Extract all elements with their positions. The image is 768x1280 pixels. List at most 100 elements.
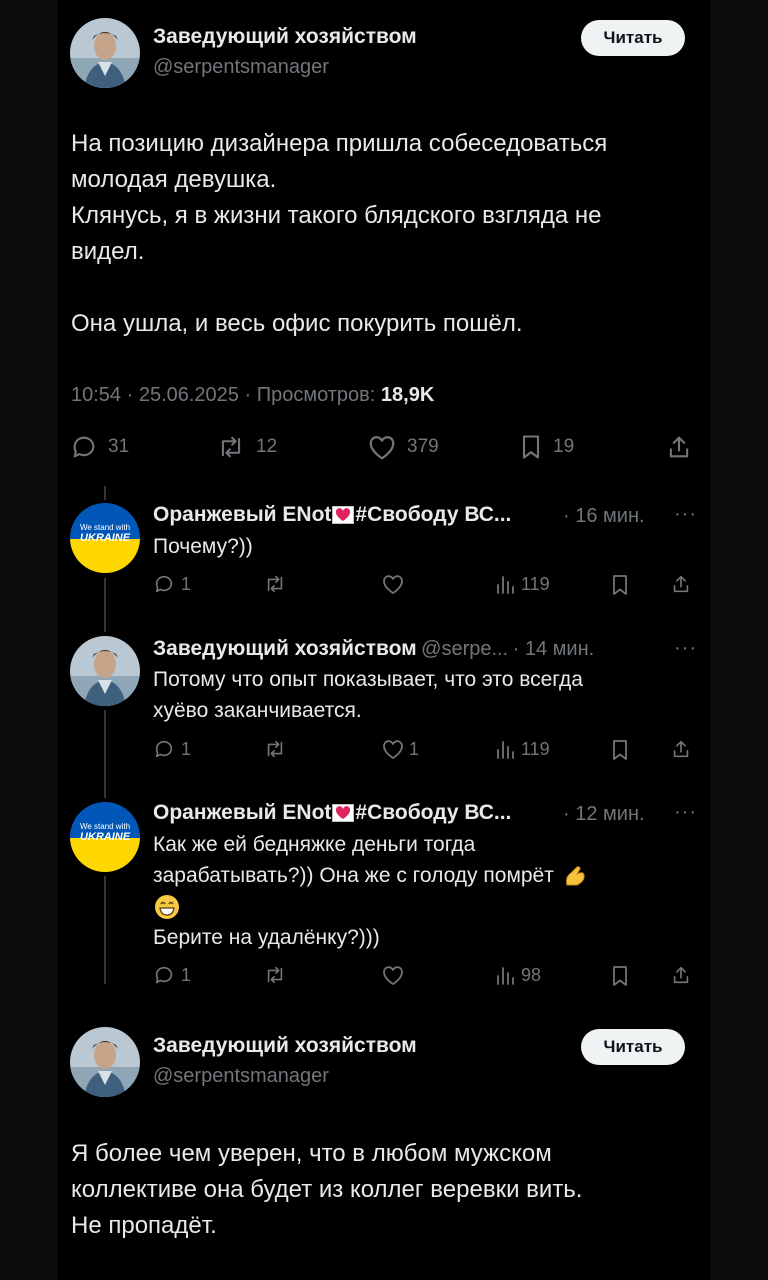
badge-line1: We stand with — [80, 523, 130, 532]
reply-author-name: Оранжевый ENot — [153, 503, 332, 526]
reply-time[interactable]: · 12 мин. — [563, 803, 645, 826]
heart-emoji-icon — [332, 804, 355, 823]
reply-author[interactable]: Оранжевый ENot #Свободу ВС... — [153, 801, 511, 825]
bookmark-count: 19 — [553, 436, 575, 457]
thread-line — [104, 486, 106, 500]
badge-line1: We stand with — [80, 822, 130, 831]
bookmark-button[interactable] — [610, 738, 630, 762]
share-button[interactable] — [670, 964, 692, 986]
reply-text-line: Как же ей бедняжке деньги тогда — [153, 833, 476, 856]
badge-line2: UKRAINE — [80, 532, 131, 544]
reply-time[interactable]: · 16 мин. — [563, 505, 645, 528]
pinching-hand-emoji-icon — [565, 866, 585, 886]
heart-icon — [383, 575, 403, 594]
reply-avatar[interactable]: We stand with UKRAINE — [70, 503, 140, 573]
post-meta: 10:54 · 25.06.2025 · Просмотров: 18,9K — [71, 384, 434, 407]
share-button[interactable] — [670, 573, 692, 595]
author-handle[interactable]: @serpentsmanager — [153, 1065, 329, 1088]
reply-avatar[interactable] — [70, 636, 140, 706]
views-button[interactable]: 119 — [495, 738, 550, 760]
repost-button[interactable] — [262, 573, 288, 595]
post-text-line: видел. — [71, 238, 145, 265]
view-count: 18,9K — [380, 384, 435, 406]
share-button[interactable] — [665, 433, 693, 461]
author-name[interactable]: Заведующий хозяйством — [153, 25, 417, 49]
reply-icon — [155, 740, 173, 758]
like-button[interactable]: 1 — [381, 738, 419, 760]
reply-text-line: Почему?)) — [153, 535, 253, 558]
reply-avatar[interactable]: We stand with UKRAINE — [70, 802, 140, 872]
reply-button[interactable]: 1 — [153, 573, 191, 595]
bookmark-icon — [613, 740, 627, 760]
reply-text-line: Потому что опыт показывает, что это всег… — [153, 668, 583, 691]
views-button[interactable]: 119 — [495, 573, 550, 595]
follow-button[interactable]: Читать — [581, 20, 685, 56]
reply-icon — [155, 966, 173, 984]
reply-count: 31 — [108, 436, 130, 457]
reply-author-handle: @serpe... — [421, 638, 509, 660]
repost-button[interactable] — [262, 964, 288, 986]
post-text-line: На позицию дизайнера пришла собеседовать… — [71, 130, 608, 157]
reply-count: 1 — [181, 573, 192, 594]
more-icon[interactable]: ··· — [674, 503, 697, 526]
repost-icon — [267, 740, 283, 758]
post-text-line: Не пропадёт. — [71, 1212, 217, 1239]
share-button[interactable] — [670, 738, 692, 760]
like-count: 379 — [407, 436, 439, 457]
bookmark-button[interactable]: 19 — [519, 433, 574, 461]
repost-count: 12 — [256, 436, 278, 457]
follow-button[interactable]: Читать — [581, 1029, 685, 1065]
heart-icon — [383, 966, 403, 985]
like-button[interactable]: 379 — [367, 433, 439, 461]
more-icon[interactable]: ··· — [674, 637, 697, 660]
reply-author-tag: #Свободу ВС... — [355, 801, 512, 824]
reply-text-line: Берите на удалёнку?))) — [153, 926, 380, 949]
bookmark-icon — [613, 575, 627, 595]
post-timestamp[interactable]: 10:54 · 25.06.2025 · Просмотров: — [71, 384, 381, 406]
post-text-line: молодая девушка. — [71, 166, 277, 193]
like-button[interactable] — [381, 573, 405, 595]
thread-line — [104, 710, 106, 798]
analytics-icon — [497, 741, 514, 759]
post-text-line: Она ушла, и весь офис покурить пошёл. — [71, 310, 523, 337]
author-avatar[interactable] — [70, 18, 140, 88]
post-text-line: Клянусь, я в жизни такого блядского взгл… — [71, 202, 602, 229]
like-button[interactable] — [381, 964, 405, 986]
post-text-line: Я более чем уверен, что в любом мужском — [71, 1140, 552, 1167]
reply-author[interactable]: Заведующий хозяйством @serpe... · 14 мин… — [153, 637, 594, 661]
views-count: 119 — [521, 573, 550, 594]
share-icon — [673, 740, 689, 758]
share-icon — [673, 575, 689, 593]
thread-line — [104, 876, 106, 984]
repost-button[interactable]: 12 — [216, 433, 277, 461]
reply-time: · 14 мин. — [512, 638, 595, 660]
more-icon[interactable]: ··· — [674, 801, 697, 824]
bookmark-button[interactable] — [610, 573, 630, 597]
reply-author-tag: #Свободу ВС... — [355, 503, 512, 526]
reply-button[interactable]: 1 — [153, 738, 191, 760]
reply-text-line — [153, 891, 590, 922]
reply-count: 1 — [181, 964, 192, 985]
share-icon — [673, 966, 689, 984]
reply-button[interactable]: 1 — [153, 964, 191, 986]
reply-text: Как же ей бедняжке деньги тогда зарабаты… — [153, 829, 590, 953]
post-text-line: коллективе она будет из коллег веревки в… — [71, 1176, 583, 1203]
author-handle[interactable]: @serpentsmanager — [153, 56, 329, 79]
repost-icon — [267, 575, 283, 593]
repost-button[interactable] — [262, 738, 288, 760]
views-button[interactable]: 98 — [495, 964, 541, 986]
author-name[interactable]: Заведующий хозяйством — [153, 1034, 417, 1058]
reply-text-line: зарабатывать?)) Она же с голоду помрёт — [153, 860, 590, 891]
post-text: На позицию дизайнера пришла собеседовать… — [71, 126, 691, 342]
bookmark-button[interactable] — [610, 964, 630, 988]
heart-icon — [369, 436, 395, 460]
views-count: 119 — [521, 738, 550, 759]
reply-button[interactable]: 31 — [70, 433, 129, 461]
analytics-icon — [497, 576, 514, 594]
repost-icon — [267, 966, 283, 984]
views-count: 98 — [521, 964, 542, 985]
author-avatar[interactable] — [70, 1027, 140, 1097]
reply-author[interactable]: Оранжевый ENot #Свободу ВС... — [153, 503, 511, 527]
reply-icon — [155, 575, 173, 593]
bookmark-icon — [522, 435, 540, 459]
